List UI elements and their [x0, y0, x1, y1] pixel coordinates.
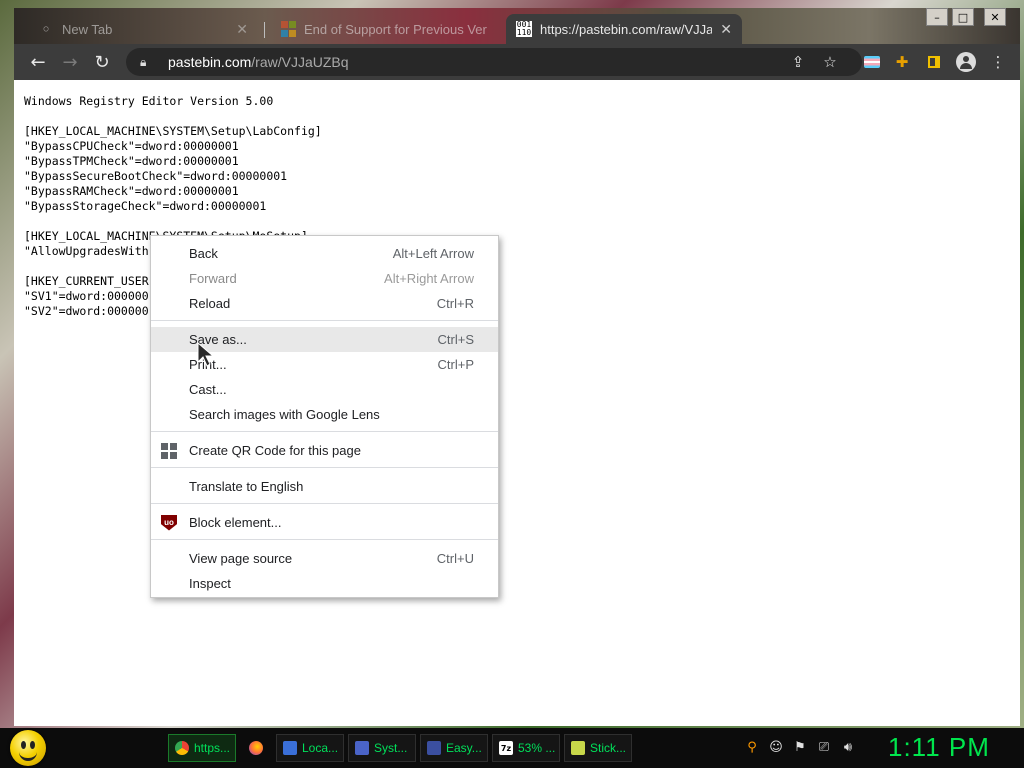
chrome-icon	[175, 741, 189, 755]
taskbar-item-label: https...	[194, 741, 231, 755]
menu-item-label: Translate to English	[189, 479, 304, 494]
tab-strip: ◯ New Tab ✕ End of Support for Previous …	[14, 8, 1020, 44]
minimize-button[interactable]: –	[926, 8, 948, 26]
taskbar-item-label: Loca...	[302, 741, 339, 755]
taskbar: https... Loca... Syst... Easy... 7z 53% …	[0, 728, 1024, 768]
smiley-eye	[21, 741, 26, 749]
menu-icon[interactable]: ⋮	[986, 50, 1010, 74]
tab-end-of-support[interactable]: End of Support for Previous Ver	[270, 14, 498, 44]
menu-item-shortcut: Alt+Left Arrow	[392, 246, 474, 261]
menu-item-label: View page source	[189, 551, 293, 566]
maximize-button[interactable]: □	[952, 8, 974, 26]
menu-item-view-source[interactable]: View page source Ctrl+U	[151, 546, 498, 571]
flag-tray-icon[interactable]: ⚑	[792, 739, 808, 755]
menu-item-back[interactable]: Back Alt+Left Arrow	[151, 241, 498, 266]
tab-title: https://pastebin.com/raw/VJJaUZ	[540, 21, 713, 37]
address-bar[interactable]: 🔒︎ pastebin.com/raw/VJJaUZBq	[126, 48, 862, 76]
taskbar-item-7zip[interactable]: 7z 53% ...	[492, 734, 560, 762]
puzzle-icon[interactable]: ✚	[890, 50, 914, 74]
network-tray-icon[interactable]: ⎚	[816, 739, 832, 755]
taskbar-item-local[interactable]: Loca...	[276, 734, 344, 762]
taskbar-item-label: Syst...	[374, 741, 408, 755]
volume-tray-icon[interactable]: 🔊︎	[840, 739, 856, 755]
menu-item-label: Reload	[189, 296, 231, 311]
menu-item-label: Block element...	[189, 515, 282, 530]
menu-separator	[151, 467, 498, 468]
smiley-mouth	[19, 750, 37, 761]
taskbar-item-firefox[interactable]	[242, 734, 272, 762]
taskbar-clock[interactable]: 1:11 PM	[888, 732, 990, 763]
menu-item-label: Create QR Code for this page	[189, 443, 361, 458]
menu-separator	[151, 539, 498, 540]
menu-item-label: Search images with Google Lens	[189, 407, 380, 422]
globe-icon: ◯	[43, 24, 49, 33]
emoji-tray-icon[interactable]: ☺	[768, 739, 784, 755]
menu-item-forward[interactable]: Forward Alt+Right Arrow	[151, 266, 498, 291]
7zip-icon: 7z	[499, 741, 513, 755]
microsoft-icon	[280, 21, 296, 37]
taskbar-item-label: Easy...	[446, 741, 482, 755]
menu-item-shortcut: Ctrl+S	[437, 332, 474, 347]
taskbar-item-sticky[interactable]: Stick...	[564, 734, 632, 762]
close-window-button[interactable]: ✕	[984, 8, 1006, 26]
url-text[interactable]: pastebin.com/raw/VJJaUZBq	[168, 54, 349, 70]
menu-item-qr-code[interactable]: Create QR Code for this page	[151, 438, 498, 463]
sticky-notes-icon	[571, 741, 585, 755]
menu-item-block-element[interactable]: uo Block element...	[151, 510, 498, 535]
lock-icon[interactable]: 🔒︎	[140, 55, 156, 70]
taskbar-item-label: 53% ...	[518, 741, 556, 755]
menu-item-shortcut: Ctrl+P	[437, 357, 474, 372]
menu-item-label: Forward	[189, 271, 237, 286]
search-tray-icon[interactable]: ⚲	[744, 739, 760, 755]
firefox-icon	[249, 741, 263, 755]
system-icon	[355, 741, 369, 755]
qr-code-icon	[161, 442, 177, 459]
menu-item-label: Cast...	[189, 382, 227, 397]
sidepanel-icon[interactable]	[922, 50, 946, 74]
browser-toolbar: ← → ↻ 🔒︎ pastebin.com/raw/VJJaUZBq ⇪ ☆ ✚…	[14, 44, 1020, 80]
tab-title: End of Support for Previous Ver	[304, 21, 487, 37]
menu-separator	[151, 320, 498, 321]
taskbar-item-chrome[interactable]: https...	[168, 734, 236, 762]
mouse-cursor-icon	[197, 342, 215, 367]
reload-icon[interactable]: ↻	[90, 50, 114, 74]
ublock-icon: uo	[161, 514, 177, 531]
tab-separator	[264, 22, 265, 38]
menu-item-inspect[interactable]: Inspect	[151, 571, 498, 596]
easy-icon	[427, 741, 441, 755]
menu-item-cast[interactable]: Cast...	[151, 377, 498, 402]
context-menu: Back Alt+Left Arrow Forward Alt+Right Ar…	[150, 235, 499, 598]
start-button[interactable]	[10, 730, 46, 766]
forward-icon[interactable]: →	[58, 50, 82, 74]
close-icon[interactable]: ✕	[236, 21, 248, 38]
menu-separator	[151, 503, 498, 504]
taskbar-item-system[interactable]: Syst...	[348, 734, 416, 762]
taskbar-item-easy[interactable]: Easy...	[420, 734, 488, 762]
back-icon[interactable]: ←	[26, 50, 50, 74]
menu-item-label: Inspect	[189, 576, 231, 591]
share-icon[interactable]: ⇪	[786, 50, 810, 74]
menu-item-reload[interactable]: Reload Ctrl+R	[151, 291, 498, 316]
close-icon[interactable]: ✕	[720, 21, 732, 38]
tab-pastebin[interactable]: 001 110 https://pastebin.com/raw/VJJaUZ …	[506, 14, 742, 44]
profile-icon[interactable]	[954, 50, 978, 74]
url-path: /raw/VJJaUZBq	[251, 54, 349, 70]
menu-item-google-lens[interactable]: Search images with Google Lens	[151, 402, 498, 427]
smiley-eye	[30, 741, 35, 749]
menu-item-shortcut: Ctrl+R	[436, 296, 474, 311]
tab-title: New Tab	[62, 21, 113, 37]
local-disk-icon	[283, 741, 297, 755]
binary-file-icon: 001 110	[516, 20, 532, 37]
bookmark-star-icon[interactable]: ☆	[818, 50, 842, 74]
menu-item-label: Back	[189, 246, 218, 261]
menu-item-translate[interactable]: Translate to English	[151, 474, 498, 499]
extension-flag-icon[interactable]	[860, 50, 884, 74]
tab-new-tab[interactable]: ◯ New Tab ✕	[28, 14, 258, 44]
url-host: pastebin.com	[168, 54, 252, 70]
menu-item-shortcut: Alt+Right Arrow	[384, 271, 474, 286]
taskbar-item-label: Stick...	[590, 741, 627, 755]
menu-item-shortcut: Ctrl+U	[436, 551, 474, 566]
menu-separator	[151, 431, 498, 432]
